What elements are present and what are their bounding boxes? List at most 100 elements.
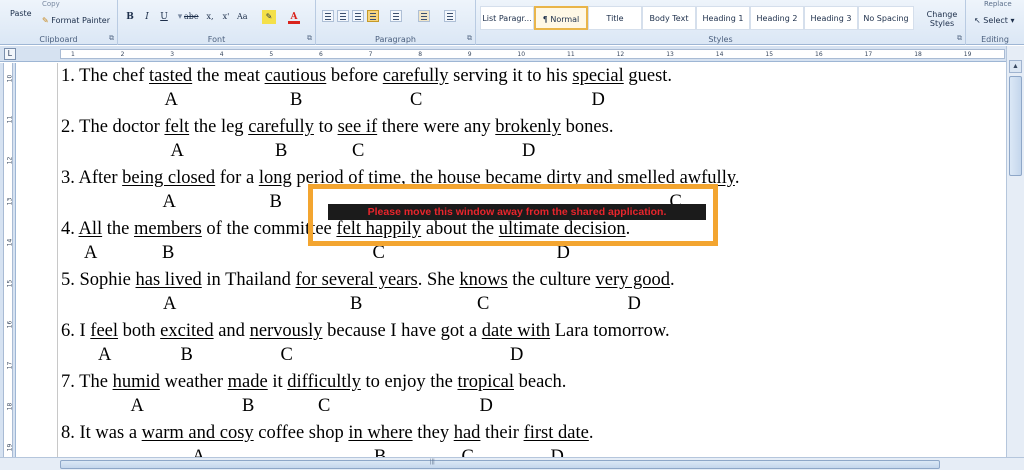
subscript-button[interactable]: x,	[205, 10, 215, 24]
sentence-text: their	[480, 423, 524, 443]
style-title[interactable]: Title	[588, 6, 642, 30]
underlined-phrase: brokenly	[495, 117, 562, 137]
style-no-spacing[interactable]: No Spacing	[858, 6, 914, 30]
underlined-phrase: humid	[112, 372, 160, 392]
replace-button[interactable]: Replace	[984, 0, 1012, 8]
vertical-scrollbar[interactable]: ▲	[1006, 46, 1024, 457]
styles-label: Styles	[708, 35, 733, 44]
sentence-text: for a	[215, 168, 259, 188]
font-color-icon[interactable]: A	[288, 10, 300, 24]
vertical-ruler-tick: 16	[6, 320, 14, 329]
shading-icon[interactable]	[418, 10, 430, 22]
horizontal-scroll-thumb[interactable]	[60, 460, 940, 469]
style-heading-3[interactable]: Heading 3	[804, 6, 858, 30]
sentence-text: .	[670, 270, 675, 290]
answer-letter: D	[550, 447, 564, 457]
answer-letter: A	[170, 141, 184, 161]
horizontal-ruler[interactable]: L 1 2 3 4 5 6 7 8 9 10 11 12 13 14 15 16 17 18 19	[0, 46, 1024, 62]
ribbon: Paste Copy ✎ Format Painter Clipboard ⧉ …	[0, 0, 1024, 45]
sentence-text: 2. The doctor	[61, 117, 165, 137]
borders-icon[interactable]	[444, 10, 456, 22]
cursor-icon: ↖	[974, 16, 981, 25]
answer-letter: A	[163, 294, 177, 314]
answer-letter: D	[479, 396, 493, 416]
answer-letter: D	[510, 345, 524, 365]
vertical-ruler-tick: 13	[6, 197, 14, 206]
format-painter-button[interactable]: ✎ Format Painter	[42, 16, 110, 25]
answer-letter: A	[162, 192, 176, 212]
change-styles-button[interactable]: Change Styles	[923, 10, 961, 28]
paste-button[interactable]: Paste	[10, 9, 32, 18]
underline-button[interactable]: U	[159, 10, 169, 24]
underlined-phrase: cautious	[264, 66, 327, 86]
justify-icon[interactable]	[367, 10, 379, 22]
ruler-track: 1 2 3 4 5 6 7 8 9 10 11 12 13 14 15 16 17 18 19	[60, 49, 1005, 59]
style-body-text[interactable]: Body Text	[642, 6, 696, 30]
answer-letter: B	[162, 243, 175, 263]
ruler-tick: 19	[963, 51, 972, 58]
answer-letter: A	[98, 345, 112, 365]
highlight-icon[interactable]: ✎	[262, 10, 276, 24]
answer-letter: C	[461, 447, 474, 457]
align-right-icon[interactable]	[352, 10, 364, 22]
bold-button[interactable]: B	[125, 10, 135, 24]
question-line: 7. The humid weather made it difficultly…	[61, 370, 566, 394]
select-button[interactable]: ↖ Select ▾	[974, 16, 1015, 25]
sentence-text: 3. After	[61, 168, 123, 188]
style-heading-1[interactable]: Heading 1	[696, 6, 750, 30]
answer-letter: B	[350, 294, 363, 314]
answer-letter: D	[591, 90, 605, 110]
sentence-text: there were any	[377, 117, 496, 137]
document-page[interactable]: 1. The chef tasted the meat cautious bef…	[17, 63, 1005, 457]
question-line: 1. The chef tasted the meat cautious bef…	[61, 64, 672, 88]
vertical-scroll-thumb[interactable]	[1009, 76, 1022, 176]
underlined-phrase: long	[258, 168, 292, 188]
answer-letter: B	[242, 396, 255, 416]
align-center-icon[interactable]	[337, 10, 349, 22]
dialog-launcher-icon[interactable]: ⧉	[467, 35, 472, 43]
scroll-up-icon[interactable]: ▲	[1009, 60, 1022, 73]
sentence-text: .	[588, 423, 594, 443]
underlined-phrase: tropical	[457, 372, 514, 392]
tab-selector-icon[interactable]: L	[4, 48, 16, 60]
vertical-ruler-tick: 10	[6, 74, 14, 83]
dialog-launcher-icon[interactable]: ⧉	[957, 35, 962, 43]
style-normal[interactable]: ¶ Normal	[534, 6, 588, 30]
sentence-text: before	[326, 66, 383, 86]
answer-letter: B	[275, 141, 288, 161]
line-spacing-icon[interactable]	[390, 10, 402, 22]
sentence-text: it	[267, 372, 288, 392]
copy-button[interactable]: Copy	[42, 0, 60, 8]
sentence-text: to enjoy the	[360, 372, 458, 392]
answer-letter: B	[290, 90, 303, 110]
editing-label: Editing	[981, 35, 1009, 44]
underlined-phrase: for several years	[295, 270, 418, 290]
sentence-text: the leg	[189, 117, 249, 137]
sentence-text: 6. I	[61, 321, 91, 341]
vertical-ruler-tick: 14	[6, 238, 14, 247]
sentence-text: both	[118, 321, 161, 341]
sentence-text: .	[734, 168, 740, 188]
ruler-tick: 15	[765, 51, 774, 58]
dialog-launcher-icon[interactable]: ⧉	[307, 35, 312, 43]
dialog-launcher-icon[interactable]: ⧉	[109, 35, 114, 43]
superscript-button[interactable]: x'	[221, 10, 231, 24]
underlined-phrase: felt	[164, 117, 190, 137]
align-left-icon[interactable]	[322, 10, 334, 22]
italic-button[interactable]: I	[142, 10, 152, 24]
paragraph-label: Paragraph	[375, 35, 416, 44]
underlined-phrase: first date	[523, 423, 589, 443]
horizontal-scrollbar[interactable]: |||	[0, 457, 1024, 470]
style-list-paragraph[interactable]: List Paragr...	[480, 6, 534, 30]
underlined-phrase: had	[453, 423, 481, 443]
brush-icon: ✎	[42, 16, 49, 25]
ruler-tick: 14	[715, 51, 724, 58]
answer-letter: A	[192, 447, 206, 457]
change-case-button[interactable]: Aa	[237, 10, 248, 24]
strikethrough-button[interactable]: abe	[184, 10, 199, 24]
vertical-ruler[interactable]: 10 11 12 13 14 15 16 17 18 19	[0, 63, 16, 457]
paragraph-group: Paragraph ⧉	[316, 0, 476, 45]
answer-letter: B	[180, 345, 193, 365]
underlined-phrase: carefully	[382, 66, 449, 86]
style-heading-2[interactable]: Heading 2	[750, 6, 804, 30]
